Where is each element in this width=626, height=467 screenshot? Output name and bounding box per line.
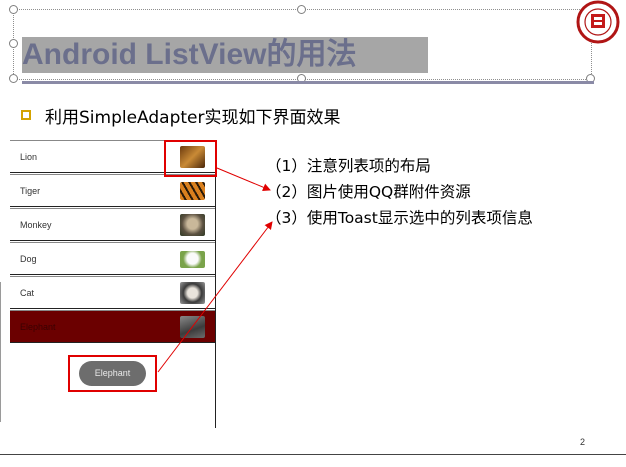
slide-bottom-rule: [0, 454, 626, 455]
note-toast[interactable]: （3）使用Toast显示选中的列表项信息: [266, 206, 533, 228]
left-margin-rule: [0, 282, 1, 422]
arrow-to-note-3: [157, 221, 273, 373]
annotation-arrows: [157, 167, 273, 373]
arrow-to-note-2: [216, 167, 271, 192]
page-number: 2: [580, 437, 586, 447]
note-layout[interactable]: （1）注意列表项的布局: [266, 154, 431, 176]
note-images[interactable]: （2）图片使用QQ群附件资源: [266, 180, 471, 202]
